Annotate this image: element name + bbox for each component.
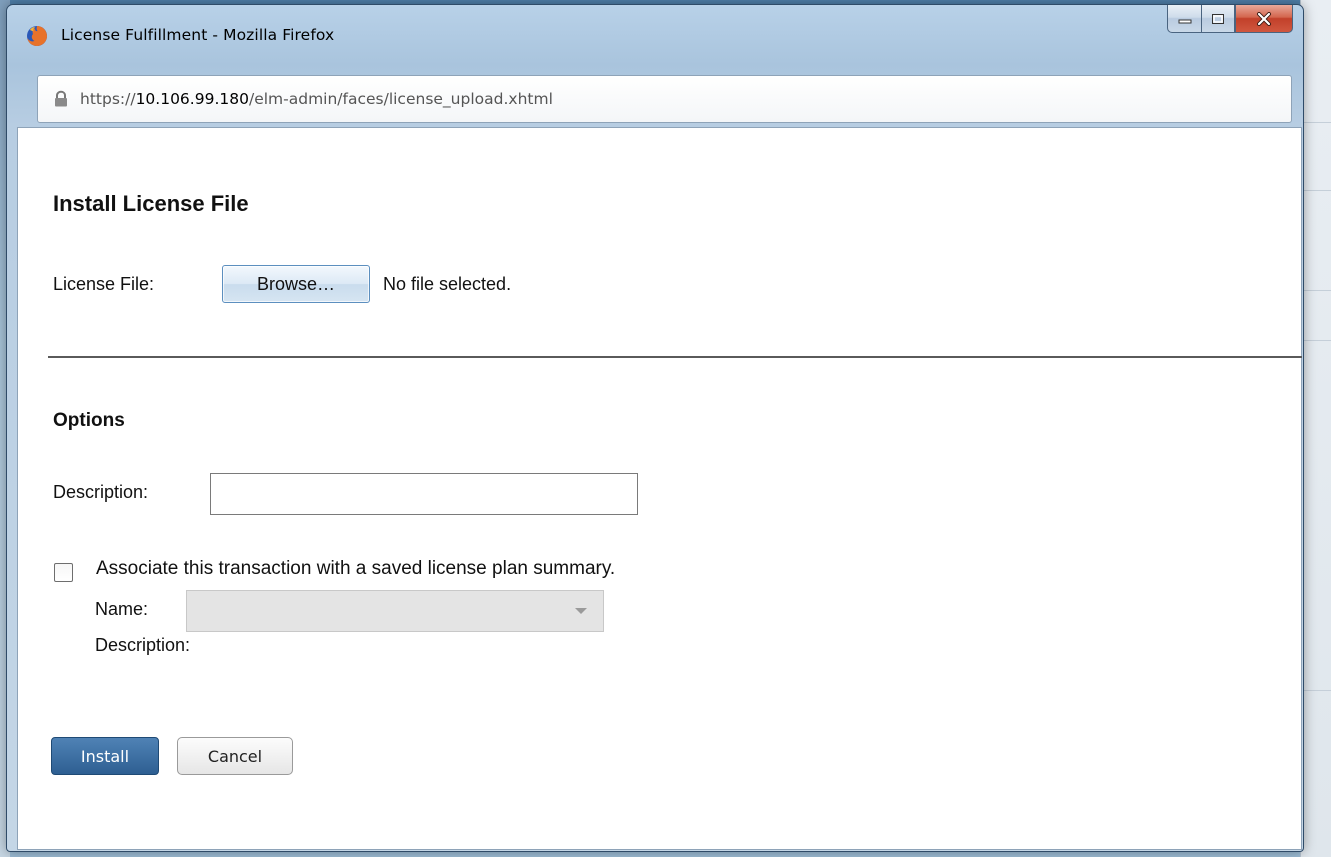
cancel-button[interactable]: Cancel — [177, 737, 293, 775]
minimize-icon — [1178, 19, 1191, 23]
close-button[interactable] — [1235, 5, 1293, 33]
file-status-text: No file selected. — [383, 274, 512, 294]
plan-description-label: Description: — [95, 635, 191, 655]
background-app-window — [1300, 0, 1331, 857]
url-path: /elm-admin/faces/license_upload.xhtml — [248, 90, 553, 108]
maximize-button[interactable] — [1201, 5, 1235, 33]
url-text: https://10.106.99.180/elm-admin/faces/li… — [80, 90, 553, 108]
maximize-icon — [1212, 13, 1224, 24]
url-host: 10.106.99.180 — [135, 90, 249, 108]
minimize-button[interactable] — [1167, 5, 1201, 33]
plan-name-label: Name: — [95, 599, 149, 619]
window-controls — [1167, 5, 1293, 35]
plan-name-select[interactable] — [186, 590, 604, 632]
options-heading: Options — [53, 410, 125, 431]
description-input[interactable] — [210, 473, 638, 515]
firefox-popup-window: License Fulfillment - Mozilla Firefox ht… — [6, 4, 1304, 852]
chevron-down-icon — [575, 608, 587, 614]
lock-icon — [55, 90, 67, 107]
associate-plan-checkbox[interactable] — [54, 563, 73, 582]
install-button[interactable]: Install — [51, 737, 159, 775]
description-label: Description: — [53, 482, 149, 502]
associate-plan-label: Associate this transaction with a saved … — [96, 558, 616, 579]
page-content: Install License File License File: Brows… — [17, 127, 1302, 850]
address-bar[interactable]: https://10.106.99.180/elm-admin/faces/li… — [37, 75, 1292, 123]
url-scheme: https:// — [80, 90, 136, 108]
close-icon — [1257, 11, 1271, 26]
page-title: Install License File — [53, 191, 249, 216]
window-title: License Fulfillment - Mozilla Firefox — [61, 26, 335, 44]
firefox-icon — [27, 26, 47, 46]
section-divider — [48, 356, 1302, 358]
license-file-label: License File: — [53, 274, 155, 294]
browse-button[interactable]: Browse… — [222, 265, 370, 303]
title-bar[interactable]: License Fulfillment - Mozilla Firefox — [7, 5, 1303, 65]
